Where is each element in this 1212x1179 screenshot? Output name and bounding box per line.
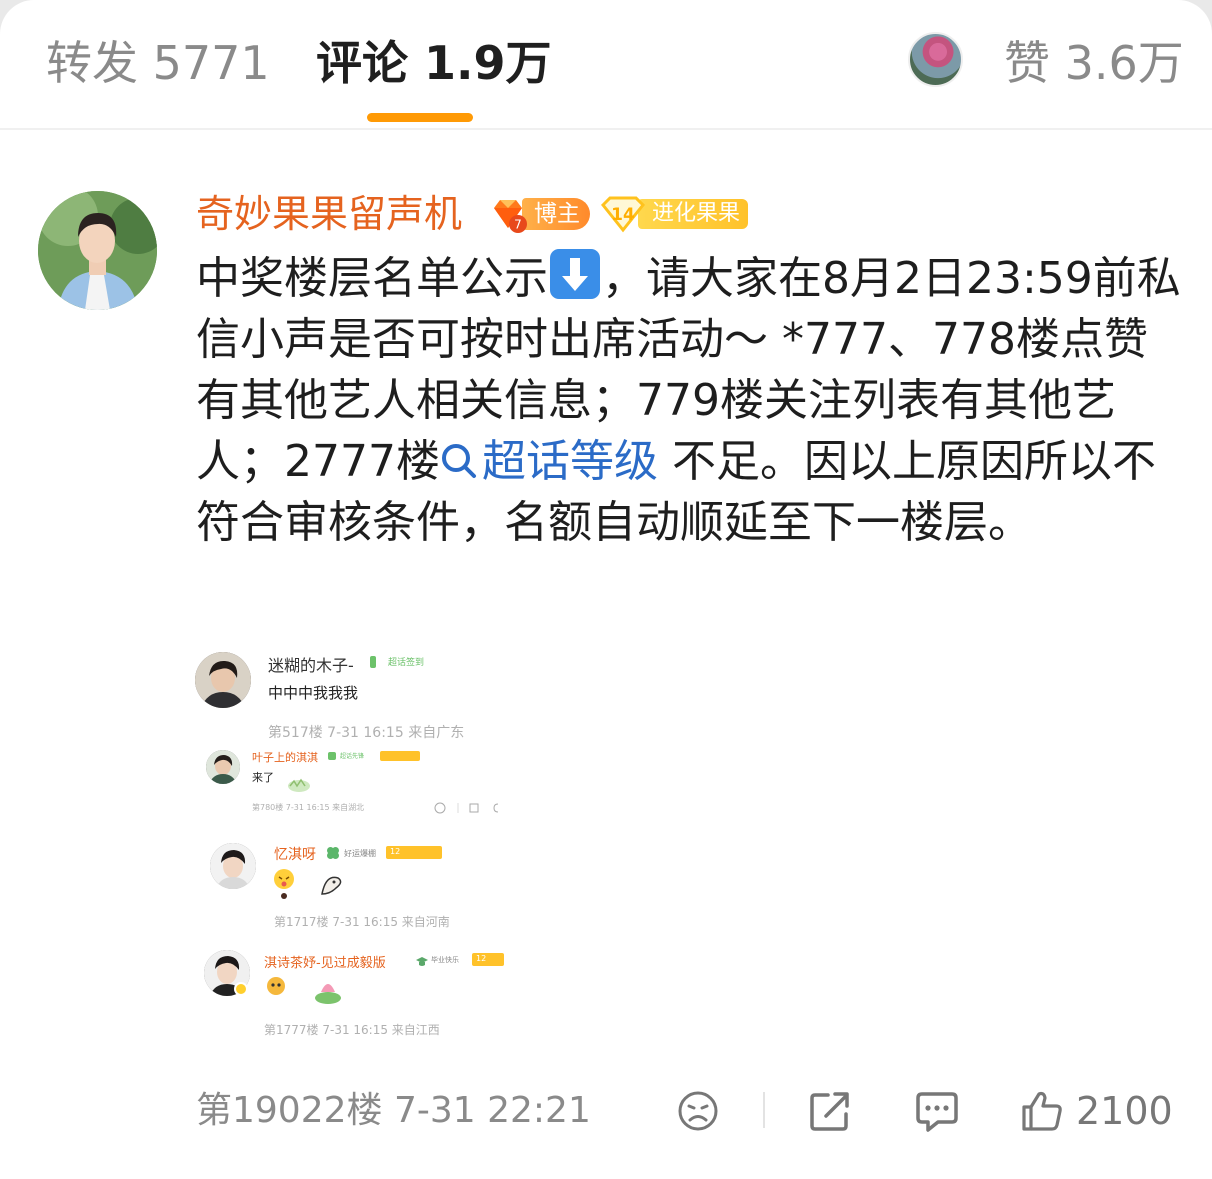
active-tab-indicator <box>367 113 473 122</box>
down-arrow-emoji-icon <box>550 249 600 299</box>
level-shield-icon: 14 <box>600 195 646 233</box>
tab-repost[interactable]: 转发 5771 <box>46 34 270 92</box>
shot-emoji-3 <box>272 868 352 904</box>
fan-level: 14 <box>611 205 635 225</box>
shot-text-2: 来了 <box>252 771 274 784</box>
shot-check-2 <box>328 752 336 760</box>
tab-bar: 转发 5771 评论 1.9万 赞 3.6万 <box>0 0 1212 130</box>
host-level: 7 <box>514 218 522 232</box>
shot-level-3-text: 12 <box>390 847 401 856</box>
shot-tag-2-label: 超话先锋 <box>340 753 365 760</box>
shot-level-2 <box>380 751 420 761</box>
dislike-button[interactable] <box>676 1086 720 1136</box>
topic-link[interactable]: 超话等级 <box>440 436 658 487</box>
shot-meta-4: 第1777楼 7-31 16:15 来自江西 <box>264 1023 440 1037</box>
badge-fan-label: 进化果果 <box>638 199 749 229</box>
shot-tag-3-label: 好运爆棚 <box>344 849 376 858</box>
shot-actions-2 <box>434 800 504 819</box>
like-count: 2100 <box>1076 1089 1173 1133</box>
shot-tag-4-label: 毕业快乐 <box>431 956 459 964</box>
shot-meta-1: 第517楼 7-31 16:15 来自广东 <box>268 725 465 741</box>
reply-button[interactable] <box>914 1086 960 1136</box>
shot-emoji-4 <box>266 974 346 1010</box>
shot-name-2: 叶子上的淇淇 <box>252 751 318 764</box>
shot-meta-2: 第780楼 7-31 16:15 来自湖北 <box>252 803 365 812</box>
floor-meta: 第19022楼 7-31 22:21 <box>196 1090 591 1131</box>
tab-comment[interactable]: 评论 1.9万 <box>316 34 552 92</box>
search-topic-icon <box>441 444 476 478</box>
shot-level-4-text: 12 <box>476 954 487 963</box>
shot-avatar-3 <box>210 843 256 889</box>
crown-gem-icon: 7 <box>488 194 528 234</box>
comment-bubble-icon <box>916 1092 958 1132</box>
attached-screenshot[interactable]: 迷糊的木子- 超话签到 中中中我我我 第517楼 7-31 16:15 来自广东… <box>190 640 510 1040</box>
comment-text-part1: 中奖楼层名单公示 <box>196 253 548 304</box>
grad-cap-icon <box>415 953 429 972</box>
liker-avatar[interactable] <box>908 32 963 87</box>
avatar[interactable] <box>38 191 157 310</box>
verified-icon <box>234 982 248 996</box>
action-divider <box>763 1092 765 1128</box>
shot-name-3: 忆淇呀 <box>274 847 316 863</box>
shot-avatar-2 <box>206 750 240 784</box>
clover-icon <box>326 845 340 864</box>
badge-host[interactable]: 7 博主 <box>488 194 590 234</box>
thumbs-up-icon <box>1022 1091 1062 1131</box>
shot-meta-3: 第1717楼 7-31 16:15 来自河南 <box>274 915 450 929</box>
badge-host-label: 博主 <box>522 198 590 230</box>
shot-name-1: 迷糊的木子- <box>268 656 354 675</box>
shot-text-1: 中中中我我我 <box>268 684 359 702</box>
like-button[interactable]: 2100 <box>1020 1086 1173 1136</box>
share-icon <box>810 1092 849 1131</box>
comment-text: 中奖楼层名单公示 ，请大家在8月2日23:59前私信小声是否可按时出席活动～ *7… <box>196 248 1181 553</box>
shot-sticker-2 <box>286 777 312 797</box>
shot-tag-1-label: 超话签到 <box>388 658 425 668</box>
topic-link-label: 超话等级 <box>481 436 658 487</box>
shot-tag-1 <box>370 656 376 668</box>
tab-like[interactable]: 赞 3.6万 <box>1004 34 1184 92</box>
username[interactable]: 奇妙果果留声机 <box>196 190 462 238</box>
badge-fan-level[interactable]: 14 进化果果 <box>600 195 749 233</box>
shot-name-4: 淇诗茶妤-见过成毅版 <box>264 956 386 971</box>
share-button[interactable] <box>808 1086 852 1136</box>
sad-face-icon <box>678 1091 718 1131</box>
shot-avatar-1 <box>195 652 251 708</box>
comment-sheet: 转发 5771 评论 1.9万 赞 3.6万 奇妙果果留声机 7 博主 14 进… <box>0 0 1212 1179</box>
